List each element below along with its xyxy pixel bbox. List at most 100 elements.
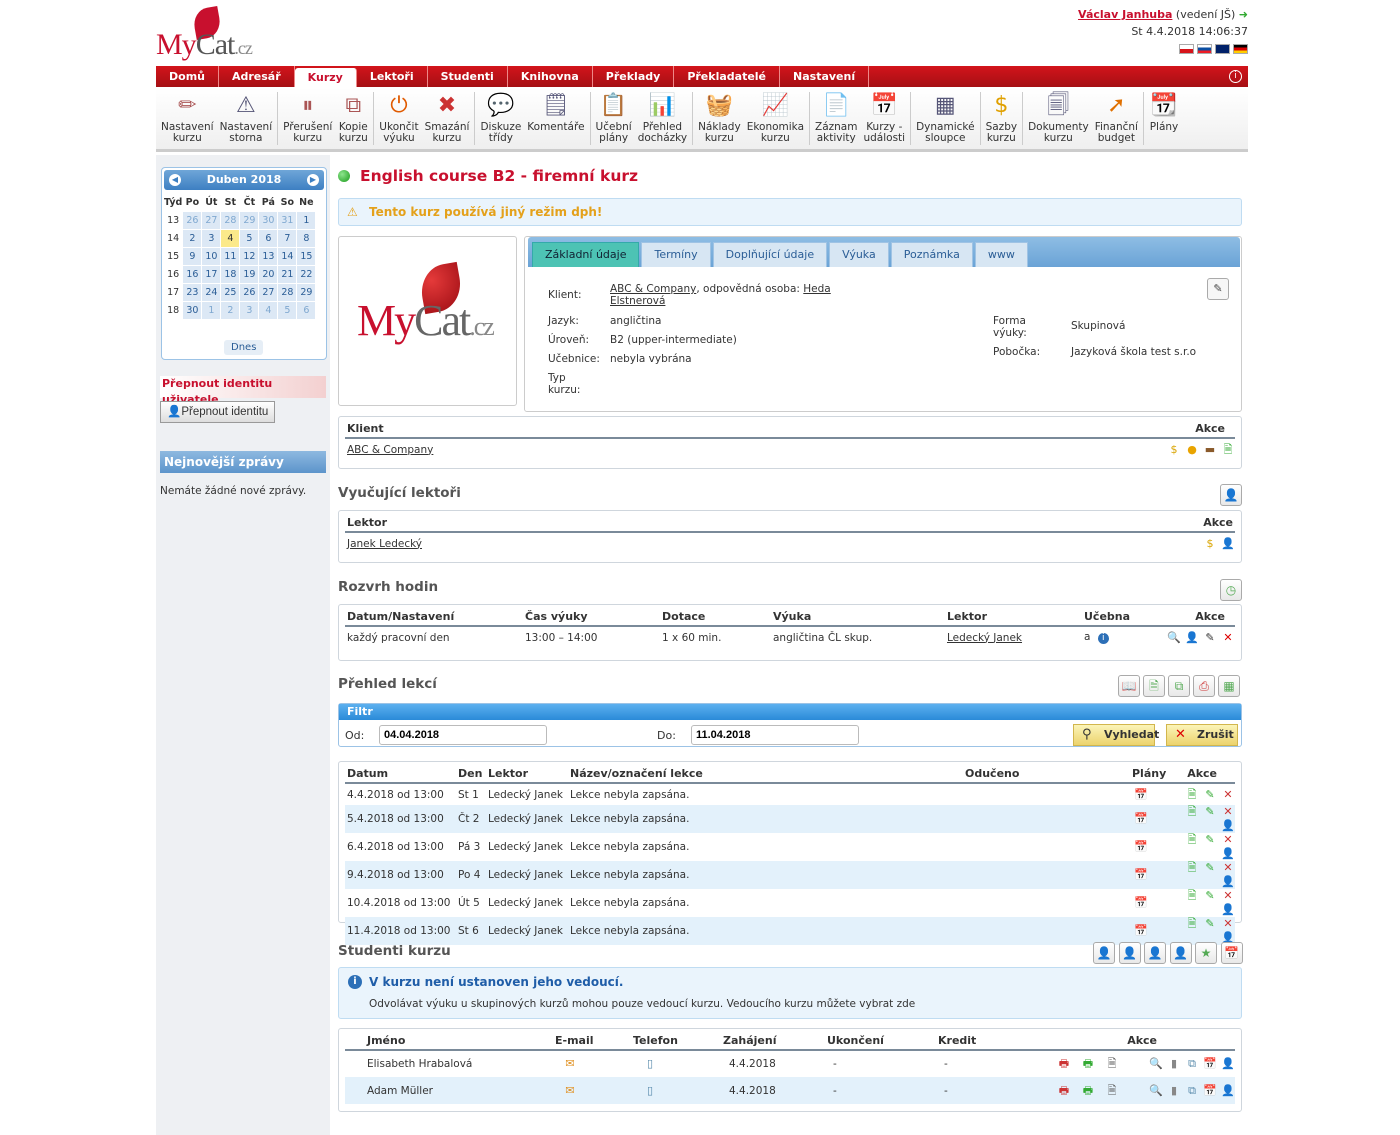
flag-cz-icon[interactable] [1179,44,1194,54]
edit-lesson-icon[interactable]: ✎ [1203,917,1217,931]
toolbar-activity-log-button[interactable]: 📄 Záznam aktivity [812,88,860,149]
logout-icon[interactable]: ➜ [1239,8,1248,21]
delete-lesson-icon[interactable]: ✕ [1221,788,1235,802]
calendar-day[interactable]: 31 [278,212,297,229]
app-logo[interactable]: MyCat.cz [156,4,256,64]
toolbar-study-plan-button[interactable]: 📋 Učební plány [593,88,635,149]
calendar-day[interactable]: 29 [297,284,316,301]
search-icon[interactable]: 🔍 [1149,1084,1163,1098]
edit-lesson-icon[interactable]: ✎ [1203,788,1217,802]
plan-calendar-icon[interactable]: 📅 [1134,788,1148,802]
user-icon[interactable]: 👤 [1185,631,1199,645]
print-green-icon[interactable]: 🖶 [1081,1057,1095,1071]
calendar-day[interactable]: 27 [202,212,221,229]
calendar-day[interactable]: 26 [183,212,202,229]
add-lesson-button[interactable]: 🗎 [1143,675,1165,697]
calendar-day[interactable]: 6 [259,230,278,247]
calendar-day[interactable]: 8 [297,230,316,247]
calendar-day[interactable]: 11 [221,248,240,265]
tab-1[interactable]: Termíny [641,242,711,267]
add-lesson-icon[interactable]: 🗎 [1185,833,1199,847]
calendar-day[interactable]: 13 [259,248,278,265]
student-exchange-button[interactable]: 👤 [1169,942,1192,964]
calendar-day[interactable]: 19 [240,266,259,283]
calendar-edit-button[interactable]: 📅 [1220,942,1243,964]
calendar-day[interactable]: 3 [202,230,221,247]
menu-item-2[interactable]: Kurzy [294,68,357,87]
toolbar-dollar-button[interactable]: $ Sazby kurzu [983,88,1021,149]
calendar-day[interactable]: 26 [240,284,259,301]
dollar-icon[interactable]: $ [1203,537,1217,551]
delete-lesson-icon[interactable]: ✕ [1221,805,1235,819]
toolbar-attendance-button[interactable]: 📊 Přehled docházky [635,88,690,149]
add-lecturer-button[interactable]: 👤 [1220,484,1242,506]
calendar-today-button[interactable]: Dnes [224,340,264,355]
info-icon[interactable]: i [1229,70,1242,83]
menu-item-1[interactable]: Adresář [219,66,295,87]
calendar-day[interactable]: 20 [259,266,278,283]
edit-lesson-icon[interactable]: ✎ [1203,833,1217,847]
user-name-link[interactable]: Václav Janhuba [1078,8,1172,21]
calendar-day[interactable]: 1 [297,212,316,229]
calendar-day[interactable]: 25 [221,284,240,301]
calendar-day[interactable]: 10 [202,248,221,265]
calendar-day[interactable]: 22 [297,266,316,283]
calendar-day[interactable]: 21 [278,266,297,283]
copy-icon[interactable]: ⧉ [1185,1057,1199,1071]
switch-identity-button[interactable]: 👤Přepnout identitu [160,401,276,423]
add-student-button[interactable]: 👤 [1093,942,1115,964]
user-lesson-icon[interactable]: 👤 [1221,819,1235,833]
delete-lesson-icon[interactable]: ✕ [1221,917,1235,931]
dollar-icon[interactable]: $ [1167,443,1181,457]
plan-calendar-icon[interactable]: 📅 [1134,896,1148,910]
from-date-input[interactable] [379,725,547,745]
add-lesson-icon[interactable]: 🗎 [1185,788,1199,802]
copy-lesson-button[interactable]: ⧉ [1168,675,1190,697]
coin-icon[interactable]: ● [1185,443,1199,457]
calendar-day[interactable]: 18 [221,266,240,283]
user-lesson-icon[interactable]: 👤 [1221,875,1235,889]
calendar-day[interactable]: 4 [259,302,278,319]
document-icon[interactable]: 🗎 [1105,1084,1119,1098]
email-icon[interactable]: ✉ [563,1057,577,1071]
toolbar-discussion-button[interactable]: 💬 Diskuze třídy [477,88,524,149]
calendar-icon[interactable]: 📅 [1203,1084,1217,1098]
certificate-button[interactable]: ★ [1195,942,1217,964]
menu-item-6[interactable]: Překlady [593,66,675,87]
delete-lesson-icon[interactable]: ✕ [1221,833,1235,847]
calendar-day[interactable]: 3 [240,302,259,319]
toolbar-power-button[interactable]: ⏻ Ukončit výuku [376,88,421,149]
calendar-day[interactable]: 28 [221,212,240,229]
search-icon[interactable]: 🔍 [1149,1057,1163,1071]
print-icon[interactable]: 🖶 [1057,1057,1071,1071]
phone-icon[interactable]: ▯ [643,1057,657,1071]
menu-item-3[interactable]: Lektoři [357,66,428,87]
plan-calendar-icon[interactable]: 📅 [1134,840,1148,854]
calendar-next-icon[interactable]: ▶ [307,174,319,186]
info-icon[interactable]: i [1097,633,1109,644]
calendar-day[interactable]: 12 [240,248,259,265]
group-button[interactable]: 👤 [1144,942,1166,964]
print-green-icon[interactable]: 🖶 [1081,1084,1095,1098]
delete-lesson-icon[interactable]: ✕ [1221,889,1235,903]
remove-user-icon[interactable]: 👤 [1221,537,1235,551]
calendar-day[interactable]: 6 [297,302,316,319]
toolbar-delete-course-button[interactable]: ✖ Smazání kurzu [422,88,473,149]
menu-item-0[interactable]: Domů [156,66,219,87]
calendar-day[interactable]: 23 [183,284,202,301]
plan-calendar-icon[interactable]: 📅 [1134,868,1148,882]
calendar-day[interactable]: 24 [202,284,221,301]
add-lesson-icon[interactable]: 🗎 [1185,889,1199,903]
calendar-day[interactable]: 7 [278,230,297,247]
tab-3[interactable]: Výuka [829,242,889,267]
excel-button[interactable]: ▦ [1218,675,1240,697]
calendar-day[interactable]: 15 [297,248,316,265]
calendar-prev-icon[interactable]: ◀ [169,174,181,186]
toolbar-notes-button[interactable]: 🗒 Komentáře [524,88,587,149]
add-lesson-icon[interactable]: 🗎 [1185,917,1199,931]
calendar-day[interactable]: 9 [183,248,202,265]
search-button[interactable]: ⚲ Vyhledat [1073,724,1159,746]
edit-icon[interactable]: ✎ [1203,631,1217,645]
toolbar-plans-calendar-button[interactable]: 📆 Plány [1146,88,1182,149]
toolbar-economy-chart-button[interactable]: 📈 Ekonomika kurzu [744,88,807,149]
